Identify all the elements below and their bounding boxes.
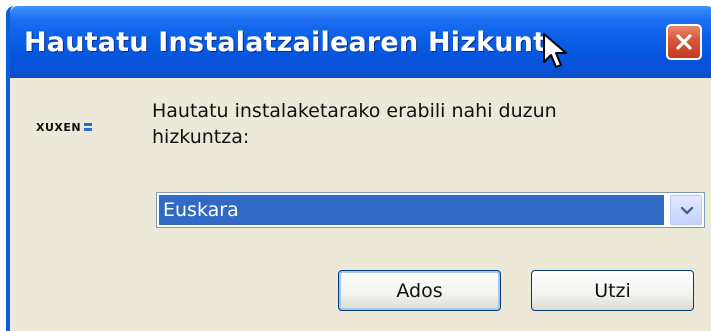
close-icon — [676, 34, 692, 50]
window-title: Hautatu Instalatzailearen Hizkuntza — [24, 27, 544, 58]
installer-language-dialog: Hautatu Instalatzailearen Hizkuntza XUXE… — [6, 6, 711, 331]
ok-button[interactable]: Ados — [338, 270, 501, 311]
language-select[interactable]: Euskara — [156, 192, 705, 228]
xuxen-logo: XUXEN — [36, 119, 93, 135]
logo-text: XUXEN — [36, 120, 82, 134]
mouse-pointer-icon — [542, 32, 568, 74]
language-prompt: Hautatu instalaketarako erabili nahi duz… — [152, 100, 557, 148]
close-button[interactable] — [666, 24, 702, 60]
logo-mark — [84, 123, 93, 131]
dropdown-button[interactable] — [670, 195, 702, 225]
cancel-button[interactable]: Utzi — [531, 270, 694, 311]
dialog-body: XUXEN Hautatu instalaketarako erabili na… — [10, 78, 711, 331]
title-bar[interactable]: Hautatu Instalatzailearen Hizkuntza — [10, 6, 711, 78]
chevron-down-icon — [680, 206, 694, 215]
language-select-value[interactable]: Euskara — [159, 195, 664, 225]
